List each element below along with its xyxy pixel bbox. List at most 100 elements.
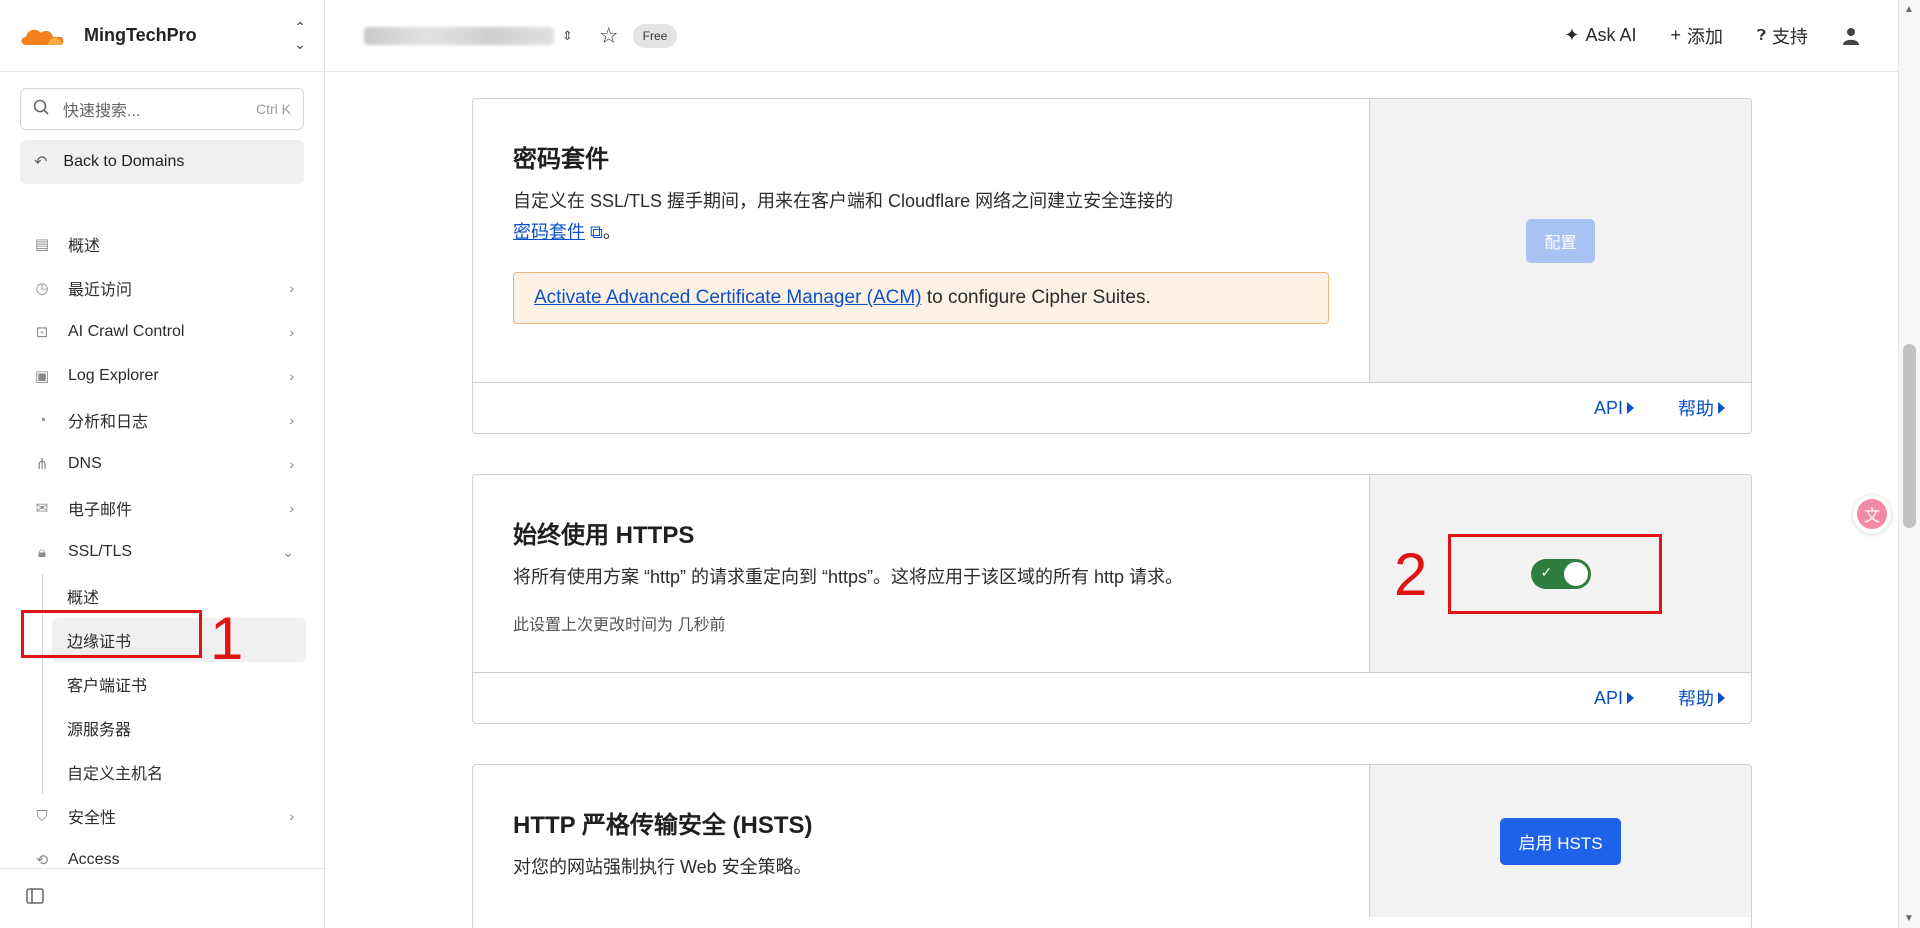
chevron-updown-icon[interactable]: ⌃ ⌄ (294, 19, 306, 53)
sidebar-item-label: 概述 (67, 590, 100, 607)
api-label: API (1593, 397, 1623, 418)
search-placeholder: 快速搜索... (63, 103, 141, 120)
help-label: 帮助 (1678, 399, 1714, 419)
sidebar-item-label: Log Explorer (68, 367, 159, 384)
quick-search-input[interactable]: 快速搜索... Ctrl K (20, 88, 304, 130)
sidebar-item-label: 安全性 (68, 810, 117, 827)
help-label: 帮助 (1678, 689, 1714, 709)
search-shortcut: Ctrl K (256, 101, 291, 117)
chevron-updown-icon[interactable]: ⇕ (562, 28, 573, 44)
annotation-number-1: 1 (210, 605, 244, 672)
lock-icon: 🔒︎ (38, 543, 46, 561)
account-name: MingTechPro (84, 25, 197, 45)
support-button[interactable]: ❓︎ 支持 (1757, 23, 1808, 49)
plan-badge: Free (632, 23, 678, 48)
sidebar-item-security[interactable]: ⛉ 安全性 › (0, 794, 324, 838)
sidebar-item-email[interactable]: ✉ 电子邮件 › (0, 486, 324, 530)
top-bar-actions: ✦ Ask AI + 添加 ❓︎ 支持 (1564, 23, 1860, 49)
help-circle-icon: ❓︎ (1756, 27, 1766, 44)
sidebar-subitem-client-certificates[interactable]: 客户端证书 (0, 662, 306, 706)
sidebar-item-label: SSL/TLS (68, 543, 133, 560)
access-icon: ⟲ (35, 852, 49, 869)
card-description: 自定义在 SSL/TLS 握手期间，用来在客户端和 Cloudflare 网络之… (513, 186, 1329, 248)
cipher-suites-card: 密码套件 自定义在 SSL/TLS 握手期间，用来在客户端和 Cloudflar… (472, 98, 1752, 434)
support-label: 支持 (1772, 26, 1808, 47)
last-changed-text: 此设置上次更改时间为 几秒前 (513, 617, 726, 634)
card-control-panel: 配置 (1369, 99, 1751, 383)
card-title: 始终使用 HTTPS (513, 522, 695, 549)
card-body: 始终使用 HTTPS 将所有使用方案 “http” 的请求重定向到 “https… (473, 475, 1369, 675)
caret-right-icon (1627, 402, 1634, 414)
analytics-icon: ◔ (37, 411, 47, 429)
sidebar-item-label: Access (68, 851, 120, 868)
chevron-right-icon: › (289, 500, 294, 516)
sidebar-item-overview[interactable]: ▤ 概述 (0, 222, 324, 266)
add-button[interactable]: + 添加 (1670, 23, 1723, 49)
help-link[interactable]: 帮助 (1678, 395, 1725, 421)
chevron-right-icon: › (289, 456, 294, 472)
search-icon (33, 99, 49, 120)
sidebar-item-label: 源服务器 (67, 722, 132, 739)
help-link[interactable]: 帮助 (1678, 685, 1725, 711)
user-menu-button[interactable] (1842, 27, 1860, 45)
sidebar-item-label: 概述 (68, 238, 101, 255)
history-icon: ◷ (35, 280, 49, 297)
sparkle-icon: ✦ (1564, 25, 1580, 45)
sidebar-item-ssl-tls[interactable]: 🔒︎ SSL/TLS ⌄ (0, 530, 324, 574)
overview-icon: ▤ (34, 236, 50, 253)
sidebar-item-label: 分析和日志 (68, 414, 149, 431)
api-link[interactable]: API (1594, 688, 1634, 709)
sidebar-item-ai-crawl[interactable]: ⊡ AI Crawl Control › (0, 310, 324, 354)
acm-notice: Activate Advanced Certificate Manager (A… (513, 272, 1329, 324)
sidebar-item-label: AI Crawl Control (68, 323, 185, 340)
star-icon[interactable]: ☆ (599, 23, 619, 49)
description-end: 。 (602, 222, 621, 242)
back-to-domains-button[interactable]: ↶ Back to Domains (20, 140, 304, 184)
card-description: 将所有使用方案 “http” 的请求重定向到 “https”。这将应用于该区域的… (513, 567, 1184, 587)
sidebar-subitem-custom-hostnames[interactable]: 自定义主机名 (0, 750, 306, 794)
caret-right-icon (1627, 692, 1634, 704)
sidebar-subitem-origin-server[interactable]: 源服务器 (0, 706, 306, 750)
sidebar-item-dns[interactable]: ⋔ DNS › (0, 442, 324, 486)
sidebar-item-recent[interactable]: ◷ 最近访问 › (0, 266, 324, 310)
ask-ai-label: Ask AI (1585, 25, 1637, 45)
annotation-number-2: 2 (1394, 541, 1428, 608)
chevron-right-icon: › (289, 412, 294, 428)
add-label: 添加 (1686, 26, 1723, 47)
card-control-panel: 启用 HSTS (1369, 765, 1751, 917)
scroll-up-icon[interactable]: ▲ (1904, 4, 1914, 15)
api-link[interactable]: API (1594, 398, 1634, 419)
log-icon: ▣ (34, 368, 50, 385)
sidebar-item-label: DNS (68, 455, 102, 472)
domain-name-blurred[interactable] (364, 26, 554, 45)
enable-hsts-button[interactable]: 启用 HSTS (1500, 817, 1621, 865)
shield-icon: ⛉ (36, 807, 48, 825)
main-content: 密码套件 自定义在 SSL/TLS 握手期间，用来在客户端和 Cloudflar… (326, 73, 1898, 928)
cipher-suites-doc-link[interactable]: 密码套件 (513, 222, 585, 242)
sidebar: MingTechPro ⌃ ⌄ 快速搜索... Ctrl K ↶ Back to … (0, 0, 325, 928)
scroll-down-icon[interactable]: ▼ (1904, 913, 1914, 924)
cloudflare-logo-icon (21, 29, 64, 45)
page-scrollbar[interactable]: ▲ ▼ (1898, 0, 1920, 928)
chevron-right-icon: › (289, 368, 294, 384)
sidebar-nav: ▤ 概述 ◷ 最近访问 › ⊡ AI Crawl Control › ▣ Log… (0, 222, 324, 882)
translate-button[interactable]: 文 (1852, 494, 1892, 534)
chevron-right-icon: › (289, 808, 294, 824)
ask-ai-button[interactable]: ✦ Ask AI (1564, 25, 1636, 46)
chevron-down-icon: ⌄ (282, 543, 294, 560)
dns-icon: ⋔ (35, 456, 49, 473)
sidebar-item-analytics[interactable]: ◔ 分析和日志 › (0, 398, 324, 442)
activate-acm-link[interactable]: Activate Advanced Certificate Manager (A… (534, 287, 922, 309)
collapse-sidebar-icon[interactable] (26, 888, 44, 909)
ssl-submenu: 概述 边缘证书 客户端证书 源服务器 自定义主机名 (0, 574, 324, 794)
configure-button[interactable]: 配置 (1526, 219, 1595, 263)
card-body: HTTP 严格传输安全 (HSTS) 对您的网站强制执行 Web 安全策略。 (473, 765, 1369, 923)
user-icon (1843, 27, 1859, 45)
sidebar-item-log-explorer[interactable]: ▣ Log Explorer › (0, 354, 324, 398)
api-label: API (1593, 687, 1623, 708)
hsts-card: HTTP 严格传输安全 (HSTS) 对您的网站强制执行 Web 安全策略。 启… (472, 764, 1752, 928)
annotation-box-1 (21, 610, 202, 658)
notice-text: to configure Cipher Suites. (921, 287, 1151, 308)
scrollbar-thumb[interactable] (1903, 344, 1916, 528)
account-switcher[interactable]: MingTechPro ⌃ ⌄ (0, 0, 324, 72)
